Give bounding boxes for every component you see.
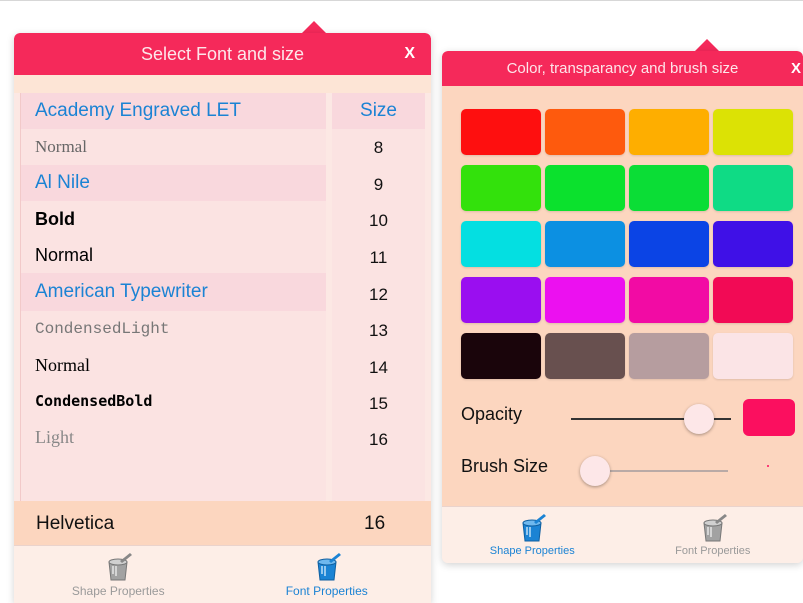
- color-swatch[interactable]: [461, 277, 541, 323]
- font-panel-tabbar: Shape Properties Font Properties: [14, 545, 431, 603]
- font-popover-header: Select Font and size: [14, 33, 431, 75]
- font-list-top-band: [14, 75, 431, 93]
- color-popover-header: Color, transparancy and brush size: [442, 51, 803, 86]
- tab-font-properties[interactable]: Font Properties: [623, 507, 803, 563]
- size-header: Size: [332, 93, 425, 129]
- size-row[interactable]: 10: [332, 203, 425, 239]
- color-swatch[interactable]: [545, 109, 625, 155]
- font-style-row[interactable]: Normal: [21, 347, 326, 383]
- font-style-row-partial: [21, 455, 326, 491]
- paint-bucket-icon: [108, 553, 133, 581]
- selected-font-name: Helvetica: [36, 513, 115, 534]
- color-preview-swatch: [743, 399, 795, 436]
- color-swatch[interactable]: [713, 165, 793, 211]
- size-row[interactable]: 12: [332, 276, 425, 313]
- brush-size-preview-dot: [767, 465, 769, 467]
- color-popover: Color, transparancy and brush size X Opa…: [442, 51, 803, 563]
- paint-bucket-icon: [522, 514, 547, 542]
- font-family-header[interactable]: American Typewriter: [21, 273, 326, 311]
- color-swatch[interactable]: [629, 109, 709, 155]
- color-swatch[interactable]: [629, 165, 709, 211]
- color-swatch[interactable]: [713, 109, 793, 155]
- size-row[interactable]: 13: [332, 313, 425, 349]
- paint-bucket-icon: [703, 514, 727, 542]
- font-family-header[interactable]: Academy Engraved LET: [21, 93, 326, 129]
- color-swatch[interactable]: [713, 333, 793, 379]
- font-style-row[interactable]: CondensedBold: [21, 383, 326, 419]
- color-swatch[interactable]: [461, 165, 541, 211]
- color-swatch[interactable]: [629, 333, 709, 379]
- color-swatch[interactable]: [713, 277, 793, 323]
- color-swatch[interactable]: [545, 277, 625, 323]
- color-swatch[interactable]: [461, 333, 541, 379]
- brush-size-slider-knob[interactable]: [579, 456, 610, 486]
- size-row[interactable]: 15: [332, 386, 425, 422]
- font-style-row[interactable]: Bold: [21, 201, 326, 237]
- opacity-slider-knob[interactable]: [684, 404, 714, 434]
- color-panel-tabbar: Shape Properties Font Properties: [442, 506, 803, 563]
- color-swatch[interactable]: [629, 277, 709, 323]
- font-popover-title: Select Font and size: [140, 44, 305, 64]
- font-style-row[interactable]: Normal: [21, 237, 326, 273]
- tab-label: Font Properties: [675, 545, 751, 557]
- tab-shape-properties[interactable]: Shape Properties: [14, 546, 223, 603]
- color-swatch[interactable]: [545, 221, 625, 267]
- color-popover-arrow: [695, 39, 719, 51]
- font-family-header[interactable]: Al Nile: [21, 165, 326, 201]
- font-style-row[interactable]: CondensedLight: [21, 311, 326, 347]
- color-swatch[interactable]: [629, 221, 709, 267]
- size-row[interactable]: 9: [332, 166, 425, 203]
- font-close-button[interactable]: X: [404, 33, 415, 75]
- font-popover-arrow: [302, 21, 326, 33]
- size-list[interactable]: Size 8 9 10 11 12 13 14 15 16: [332, 93, 425, 501]
- opacity-label: Opacity: [461, 404, 523, 424]
- color-swatch[interactable]: [461, 109, 541, 155]
- window-top-border: [0, 0, 803, 1]
- size-row[interactable]: 14: [332, 349, 425, 386]
- tab-font-properties[interactable]: Font Properties: [223, 546, 432, 603]
- color-close-button[interactable]: X: [791, 51, 801, 86]
- font-list[interactable]: Academy Engraved LET Normal Al Nile Bold…: [20, 93, 326, 501]
- font-popover: Select Font and size X Academy Engraved …: [14, 33, 431, 603]
- color-popover-title: Color, transparancy and brush size: [506, 60, 739, 77]
- color-swatch[interactable]: [713, 221, 793, 267]
- tab-shape-properties[interactable]: Shape Properties: [442, 507, 623, 563]
- size-row[interactable]: 16: [332, 422, 425, 458]
- font-style-row[interactable]: Normal: [21, 129, 326, 165]
- color-swatch[interactable]: [545, 165, 625, 211]
- brush-size-label: Brush Size: [461, 456, 549, 476]
- tab-label: Font Properties: [285, 584, 368, 598]
- size-row[interactable]: 8: [332, 129, 425, 166]
- tab-label: Shape Properties: [71, 584, 165, 598]
- tab-label: Shape Properties: [489, 545, 575, 557]
- color-swatch[interactable]: [461, 221, 541, 267]
- paint-bucket-icon: [317, 553, 341, 581]
- font-style-row[interactable]: Light: [21, 419, 326, 455]
- selected-font-size: 16: [364, 513, 386, 534]
- size-row[interactable]: 11: [332, 239, 425, 276]
- selected-font-row: Helvetica 16: [14, 501, 431, 545]
- color-swatch[interactable]: [545, 333, 625, 379]
